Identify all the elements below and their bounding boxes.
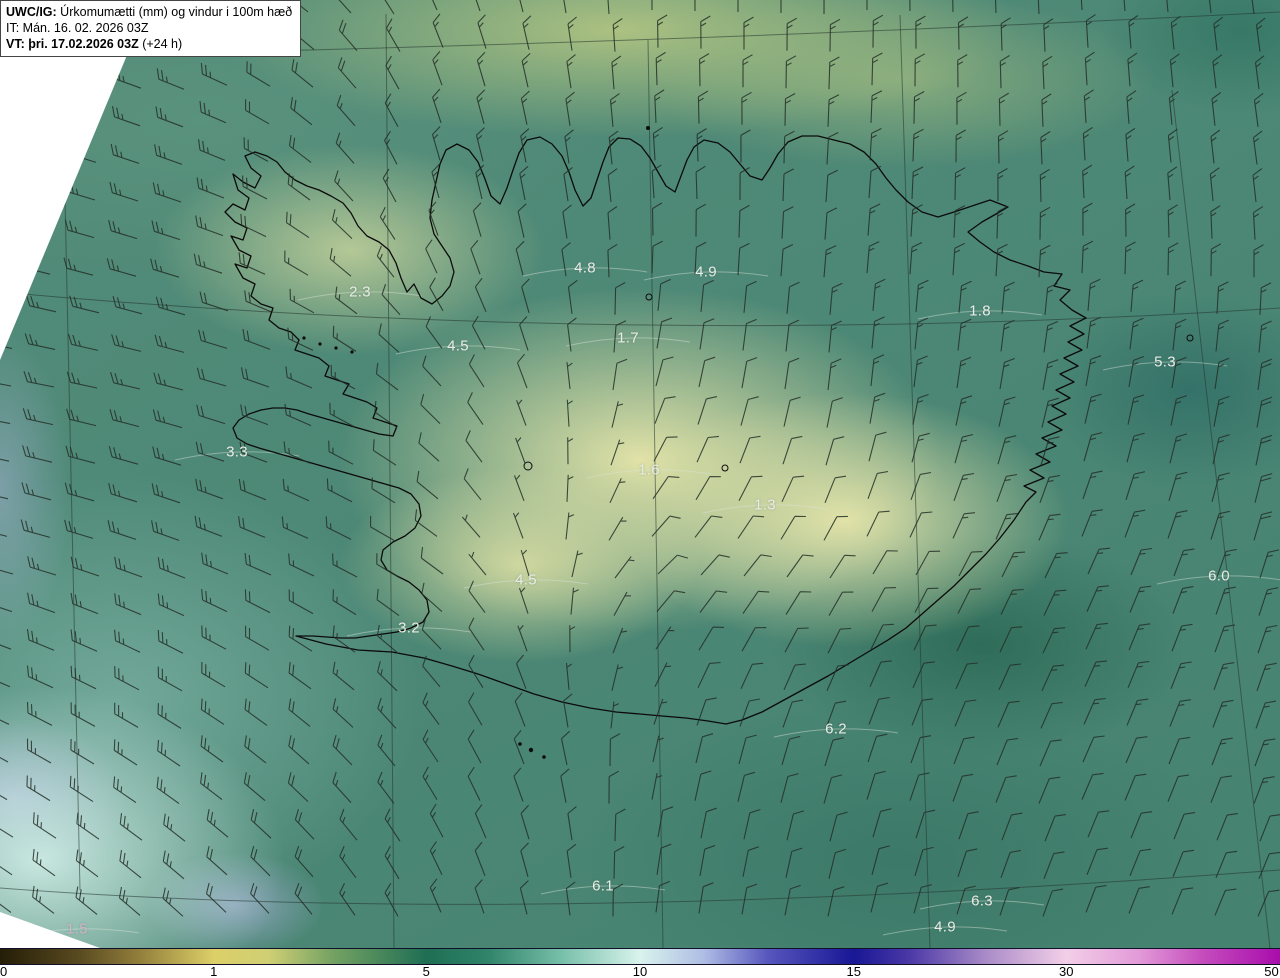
valid-time-line: VT: þri. 17.02.2026 03Z (+24 h) [6, 36, 292, 52]
colorbar-tick: 15 [846, 964, 861, 978]
product-label: UWC/IG: [6, 5, 57, 19]
iceland-coastline [224, 135, 1087, 725]
weather-map: 2.3 4.8 4.9 1.8 1.7 4.5 5.3 3.3 1.6 1.3 4.5 6.0 3.2 6… [0, 0, 1280, 948]
contour-arcs [14, 267, 1280, 938]
valid-offset: (+24 h) [142, 37, 183, 51]
product-title: Úrkomumætti (mm) og vindur i 100m hæð [60, 5, 293, 19]
colorbar-tick: 50 [1264, 964, 1279, 978]
colorbar-tick: 10 [632, 964, 648, 978]
colorbar-tick: 30 [1059, 964, 1074, 978]
colorbar-tick: 5 [422, 964, 430, 978]
colorbar-tick: 1 [210, 964, 218, 978]
weather-chart-page: 2.3 4.8 4.9 1.8 1.7 4.5 5.3 3.3 1.6 1.3 4.5 6.0 3.2 6… [0, 0, 1280, 978]
map-corner-mask-bottom-left [0, 912, 100, 948]
graticule-lines [0, 11, 1280, 948]
colorbar-gradient [0, 948, 1280, 965]
map-svg [0, 0, 1280, 948]
colorbar-ticks: 0 1 5 10 15 30 50 [0, 964, 1280, 978]
title-box: UWC/IG: Úrkomumætti (mm) og vindur i 100… [0, 0, 302, 57]
colorbar: 0 1 5 10 15 30 50 [0, 948, 1280, 978]
valid-time: VT: þri. 17.02.2026 03Z [6, 37, 139, 51]
colorbar-tick: 0 [0, 964, 8, 978]
wind-barbs [0, 0, 1280, 917]
init-time-line: IT: Mán. 16. 02. 2026 03Z [6, 21, 149, 35]
product-line: UWC/IG: Úrkomumætti (mm) og vindur i 100… [6, 4, 292, 20]
